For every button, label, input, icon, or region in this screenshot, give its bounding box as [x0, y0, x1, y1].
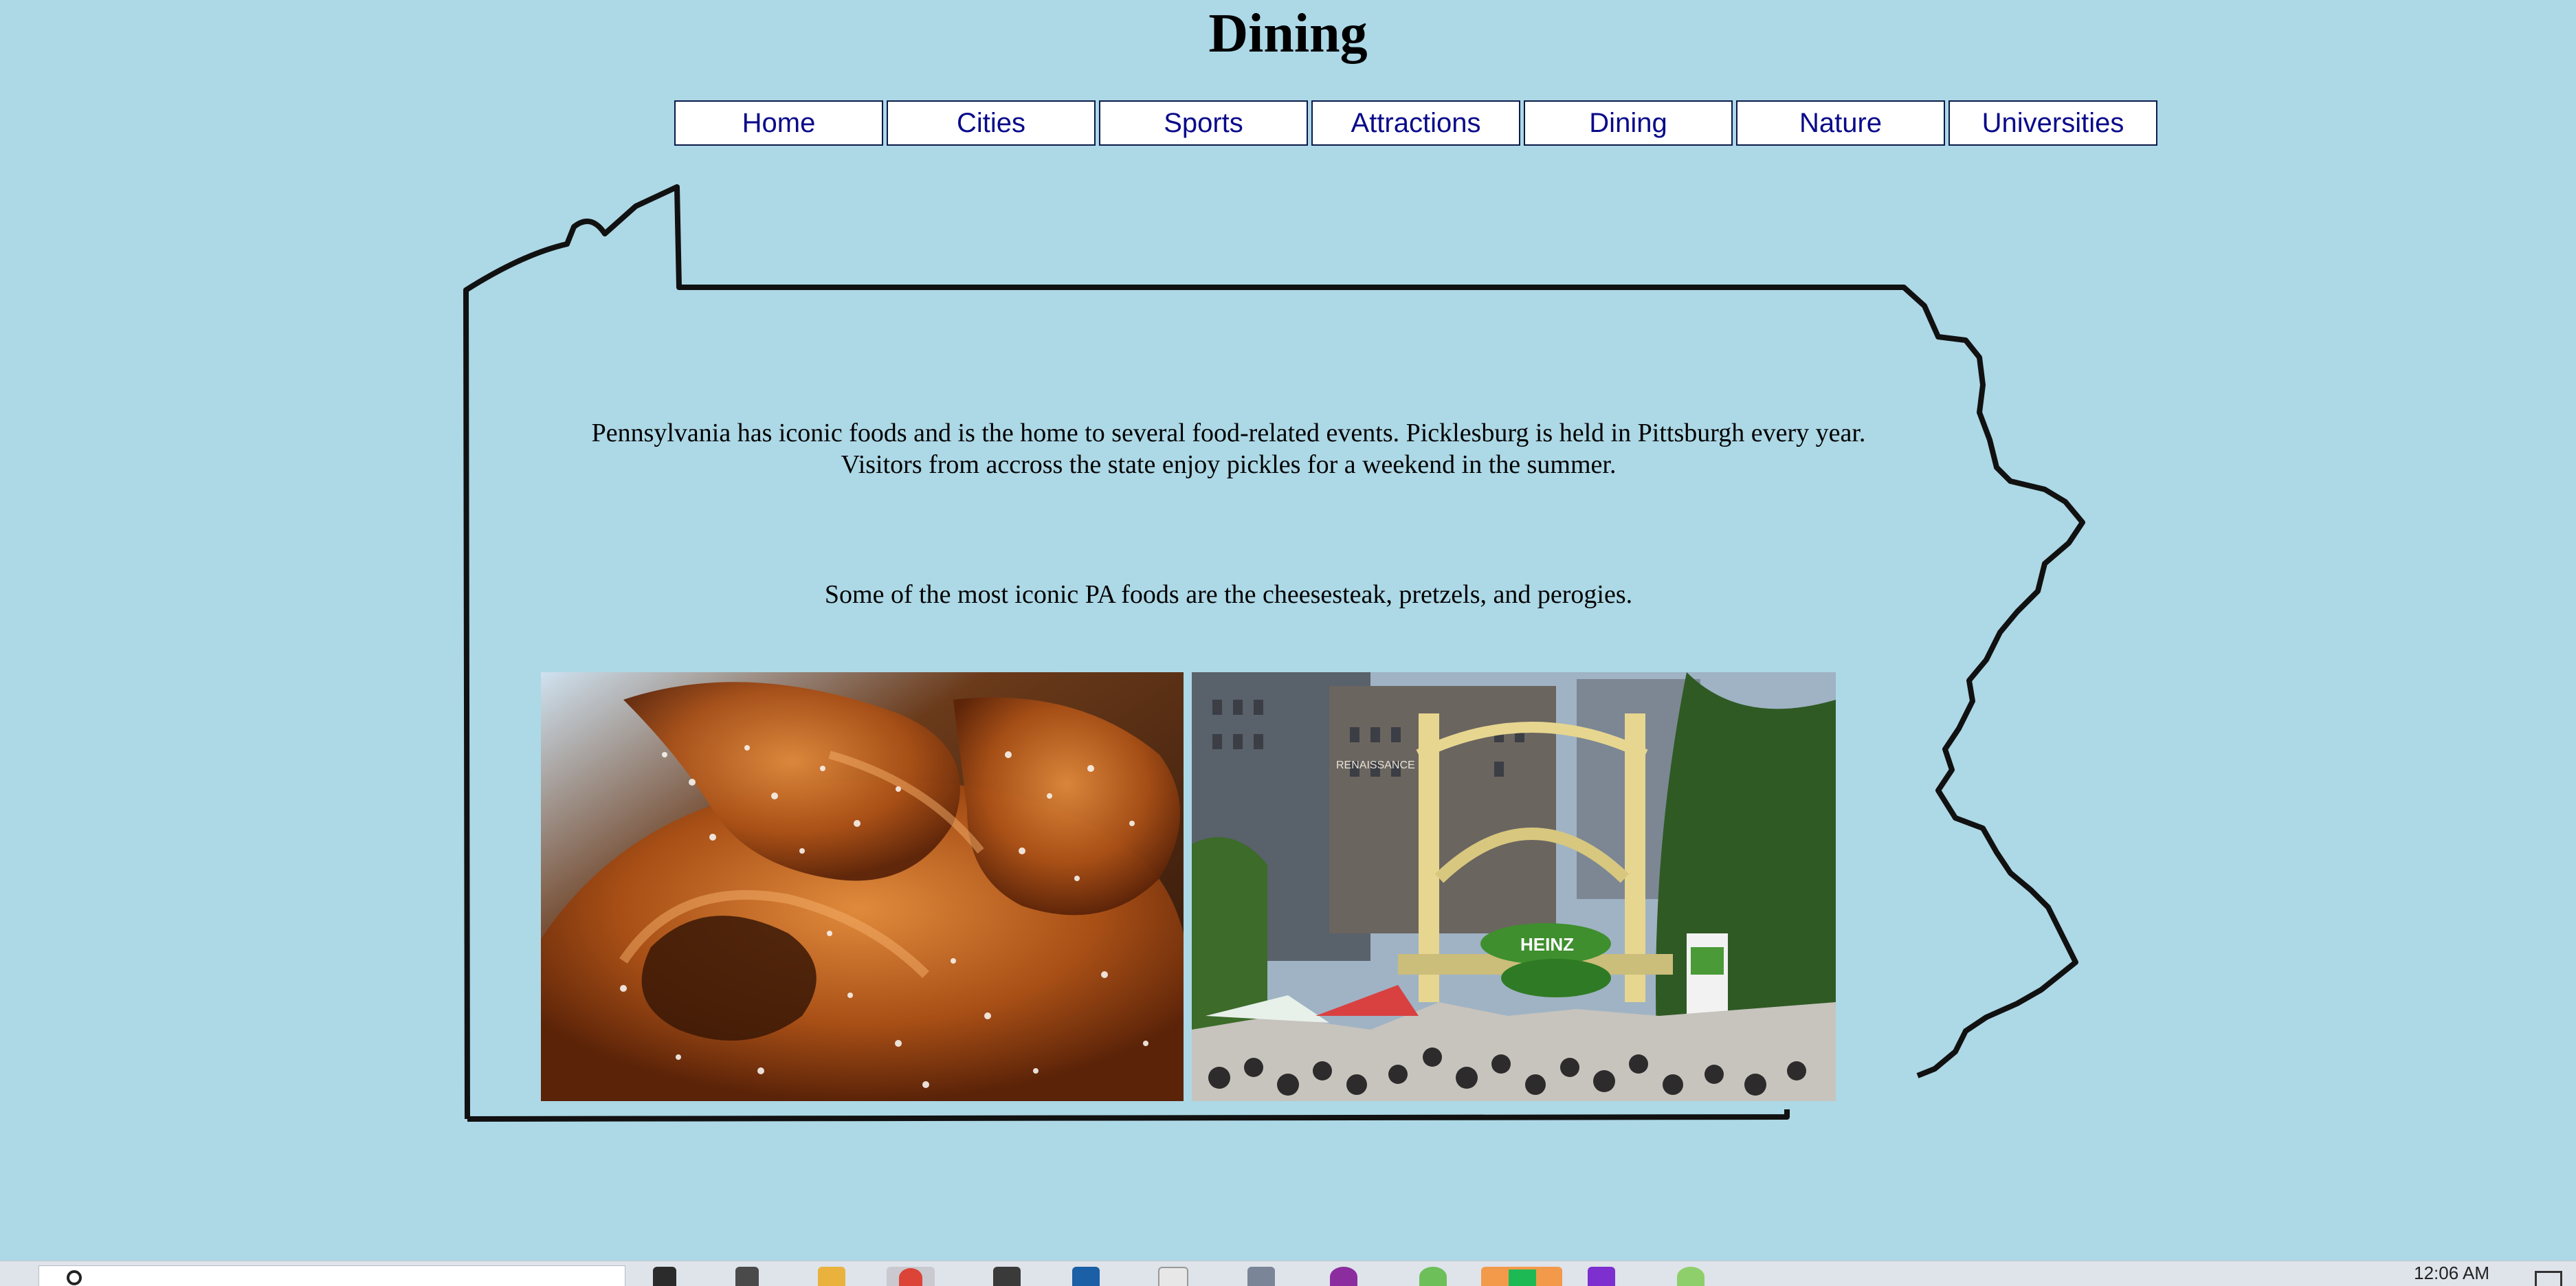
- app-icon[interactable]: [1247, 1267, 1275, 1286]
- nav-dining[interactable]: Dining: [1524, 100, 1733, 146]
- store-icon[interactable]: [993, 1267, 1021, 1286]
- nav-cities[interactable]: Cities: [887, 100, 1096, 146]
- intro-line-2: Visitors from accross the state enjoy pi…: [841, 450, 1617, 479]
- file-explorer-icon[interactable]: [818, 1267, 845, 1286]
- mail-icon[interactable]: [1072, 1267, 1100, 1286]
- app-icon[interactable]: [1419, 1267, 1447, 1286]
- pretzel-photo: [541, 672, 1184, 1101]
- nav-attractions[interactable]: Attractions: [1311, 100, 1520, 146]
- taskbar-clock[interactable]: 12:06 AM: [2414, 1263, 2489, 1284]
- intro-paragraph: Pennsylvania has iconic foods and is the…: [481, 417, 1976, 480]
- renaissance-sign: RENAISSANCE: [1336, 760, 1415, 771]
- nav-universities[interactable]: Universities: [1948, 100, 2157, 146]
- heinz-balloon-text: HEINZ: [1520, 934, 1574, 955]
- taskbar: 12:06 AM: [0, 1261, 2576, 1286]
- nav-home[interactable]: Home: [674, 100, 883, 146]
- chrome-icon[interactable]: [887, 1267, 935, 1286]
- nav-sports[interactable]: Sports: [1099, 100, 1308, 146]
- notepad-icon[interactable]: [1158, 1267, 1188, 1286]
- page-title: Dining: [1208, 3, 1368, 64]
- app-icon[interactable]: [1588, 1267, 1615, 1286]
- picklesburg-photo: RENAISSANCE HEINZ: [1192, 672, 1836, 1101]
- app-icon[interactable]: [1677, 1267, 1705, 1286]
- app-icon[interactable]: [1481, 1267, 1562, 1286]
- iconic-foods-paragraph: Some of the most iconic PA foods are the…: [824, 580, 1633, 609]
- task-view-icon[interactable]: [735, 1267, 759, 1286]
- taskbar-search-box[interactable]: [38, 1265, 625, 1286]
- task-view-icon[interactable]: [653, 1267, 676, 1286]
- search-icon: [67, 1270, 82, 1285]
- app-icon[interactable]: [1330, 1267, 1357, 1286]
- nav-nature[interactable]: Nature: [1736, 100, 1945, 146]
- main-nav: Home Cities Sports Attractions Dining Na…: [674, 100, 2157, 146]
- intro-line-1: Pennsylvania has iconic foods and is the…: [591, 419, 1866, 447]
- notification-icon[interactable]: [2535, 1271, 2562, 1286]
